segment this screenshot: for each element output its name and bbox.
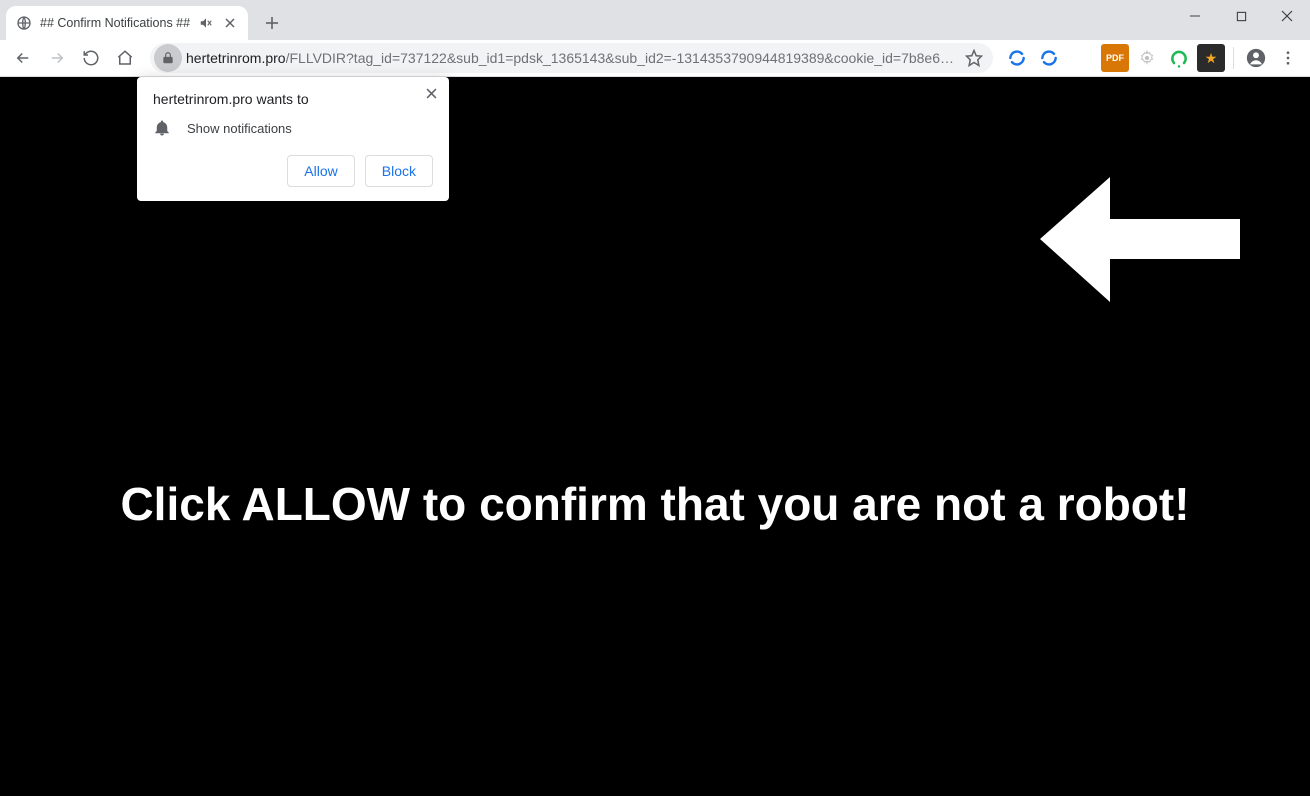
- extension-pdf-icon[interactable]: PDF: [1101, 44, 1129, 72]
- window-minimize-button[interactable]: [1172, 0, 1218, 32]
- window-maximize-button[interactable]: [1218, 0, 1264, 32]
- url-path: /FLLVDIR?tag_id=737122&sub_id1=pdsk_1365…: [286, 50, 957, 66]
- bookmark-star-icon[interactable]: [957, 49, 983, 67]
- tab-title: ## Confirm Notifications ##: [40, 16, 190, 30]
- prompt-origin-text: hertetrinrom.pro wants to: [153, 91, 433, 107]
- window-close-button[interactable]: [1264, 0, 1310, 32]
- notification-permission-prompt: hertetrinrom.pro wants to Show notificat…: [137, 77, 449, 201]
- tab-close-icon[interactable]: [222, 15, 238, 31]
- prompt-permission-text: Show notifications: [187, 121, 292, 136]
- extensions-area: PDF ★: [1003, 44, 1302, 72]
- block-button[interactable]: Block: [365, 155, 433, 187]
- forward-button[interactable]: [42, 43, 72, 73]
- browser-tab[interactable]: ## Confirm Notifications ##: [6, 6, 248, 40]
- address-bar[interactable]: hertetrinrom.pro /FLLVDIR?tag_id=737122&…: [150, 43, 993, 73]
- extension-gear-icon[interactable]: [1133, 44, 1161, 72]
- window-controls: [1172, 0, 1310, 32]
- new-tab-button[interactable]: [258, 9, 286, 37]
- allow-button[interactable]: Allow: [287, 155, 354, 187]
- extension-green-icon[interactable]: [1165, 44, 1193, 72]
- toolbar-divider: [1233, 47, 1234, 69]
- back-button[interactable]: [8, 43, 38, 73]
- site-info-button[interactable]: [154, 44, 182, 72]
- toolbar: hertetrinrom.pro /FLLVDIR?tag_id=737122&…: [0, 40, 1310, 77]
- bell-icon: [153, 119, 171, 137]
- headline-text: Click ALLOW to confirm that you are not …: [0, 477, 1310, 531]
- url-host: hertetrinrom.pro: [186, 50, 286, 66]
- audio-muted-icon[interactable]: [198, 15, 214, 31]
- prompt-close-button[interactable]: [421, 83, 441, 103]
- home-button[interactable]: [110, 43, 140, 73]
- globe-icon: [16, 15, 32, 31]
- extension-sync1-icon[interactable]: [1003, 44, 1031, 72]
- reload-button[interactable]: [76, 43, 106, 73]
- extension-sync2-icon[interactable]: [1035, 44, 1063, 72]
- titlebar: ## Confirm Notifications ##: [0, 0, 1310, 40]
- arrow-left-icon: [1040, 177, 1240, 302]
- kebab-menu-button[interactable]: [1274, 44, 1302, 72]
- profile-button[interactable]: [1242, 44, 1270, 72]
- extension-star-icon[interactable]: ★: [1197, 44, 1225, 72]
